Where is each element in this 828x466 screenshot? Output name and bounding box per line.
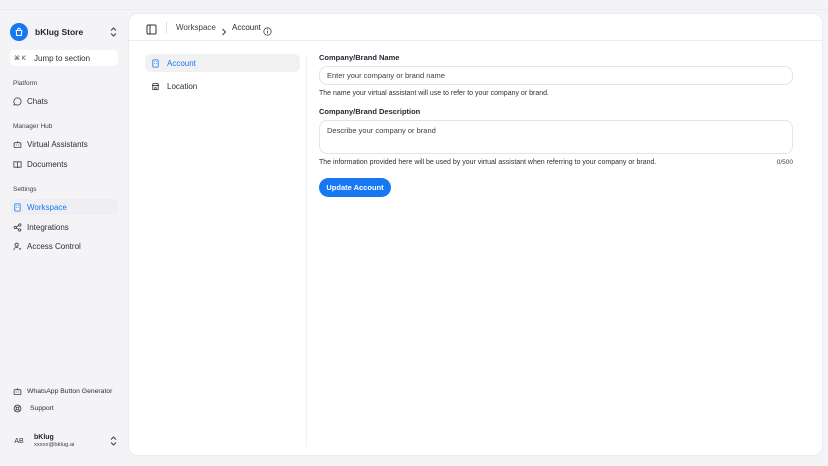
sidebar-item-virtual-assistants[interactable]: Virtual Assistants — [10, 136, 118, 152]
character-count: 0/500 — [776, 159, 793, 166]
group-label-manager-hub: Manager Hub — [13, 123, 53, 130]
company-name-help: The name your virtual assistant will use… — [319, 90, 549, 97]
sidebar-item-label: WhatsApp Button Generator — [27, 387, 113, 395]
company-description-label: Company/Brand Description — [319, 107, 421, 116]
sidebar-item-label: Integrations — [27, 222, 69, 232]
group-label-platform: Platform — [13, 80, 38, 87]
sidebar-item-integrations[interactable]: Integrations — [10, 219, 118, 235]
bot-icon — [13, 140, 22, 148]
subnav-item-label: Account — [167, 58, 196, 68]
breadcrumb-workspace[interactable]: Workspace — [176, 22, 216, 33]
company-name-label: Company/Brand Name — [319, 53, 400, 62]
company-name-input[interactable] — [319, 66, 793, 85]
sidebar-toggle-icon[interactable] — [146, 22, 157, 35]
sidebar-item-support[interactable]: Support — [10, 400, 118, 416]
company-description-textarea[interactable] — [319, 120, 793, 154]
breadcrumb-account: Account — [232, 23, 261, 32]
sidebar-item-label: Support — [30, 404, 54, 412]
user-key-icon — [13, 242, 22, 250]
book-open-icon — [13, 160, 22, 168]
page-header: Workspace Account — [129, 14, 822, 41]
chevrons-up-down-icon — [108, 435, 118, 447]
header-divider — [166, 22, 167, 33]
lifebuoy-icon — [13, 404, 22, 412]
store-bag-icon — [10, 23, 28, 41]
chevrons-up-down-icon — [108, 26, 118, 38]
subnav-item-label: Location — [167, 81, 198, 91]
store-icon — [151, 82, 160, 90]
sidebar-item-chats[interactable]: Chats — [10, 93, 118, 109]
sidebar-item-label: Chats — [27, 96, 48, 106]
share-nodes-icon — [13, 222, 22, 232]
store-name: bKlug Store — [35, 27, 84, 37]
sidebar-item-workspace[interactable]: Workspace — [10, 199, 118, 215]
jump-to-section-button[interactable]: ⌘ K Jump to section — [10, 50, 118, 66]
window-top-bar — [0, 0, 828, 10]
sidebar-item-label: Workspace — [27, 202, 67, 212]
user-name: bKlug — [34, 434, 54, 441]
sidebar-item-label: Documents — [27, 159, 68, 169]
keyboard-shortcut: ⌘ K — [14, 54, 26, 62]
chat-bubble-icon — [13, 96, 22, 106]
chevron-right-icon — [221, 23, 227, 41]
content-divider — [306, 54, 307, 446]
sidebar-item-whatsapp-button-generator[interactable]: WhatsApp Button Generator — [10, 383, 118, 399]
store-switcher[interactable]: bKlug Store — [10, 22, 118, 42]
sidebar-item-label: Access Control — [27, 241, 81, 251]
user-info: bKlug xxxxx@bklug.ai — [34, 434, 108, 448]
company-description-help: The information provided here will be us… — [319, 159, 657, 166]
jump-to-section-label: Jump to section — [34, 53, 91, 63]
building-icon — [152, 58, 159, 68]
subnav-item-account[interactable]: Account — [145, 54, 300, 72]
group-label-settings: Settings — [13, 186, 37, 193]
avatar: AB — [14, 437, 24, 445]
sidebar-item-label: Virtual Assistants — [27, 139, 88, 149]
sidebar-item-documents[interactable]: Documents — [10, 156, 118, 172]
subnav-item-location[interactable]: Location — [145, 77, 300, 95]
bot-icon — [13, 387, 22, 395]
sidebar: bKlug Store ⌘ K Jump to section Platform… — [0, 10, 128, 466]
user-menu[interactable]: AB bKlug xxxxx@bklug.ai — [10, 430, 118, 452]
info-icon[interactable] — [263, 23, 272, 41]
update-account-button[interactable]: Update Account — [319, 178, 391, 197]
main-panel: Workspace Account Account Location Compa… — [128, 13, 823, 456]
sidebar-item-access-control[interactable]: Access Control — [10, 238, 118, 254]
user-email: xxxxx@bklug.ai — [34, 442, 75, 448]
building-icon — [14, 202, 21, 212]
